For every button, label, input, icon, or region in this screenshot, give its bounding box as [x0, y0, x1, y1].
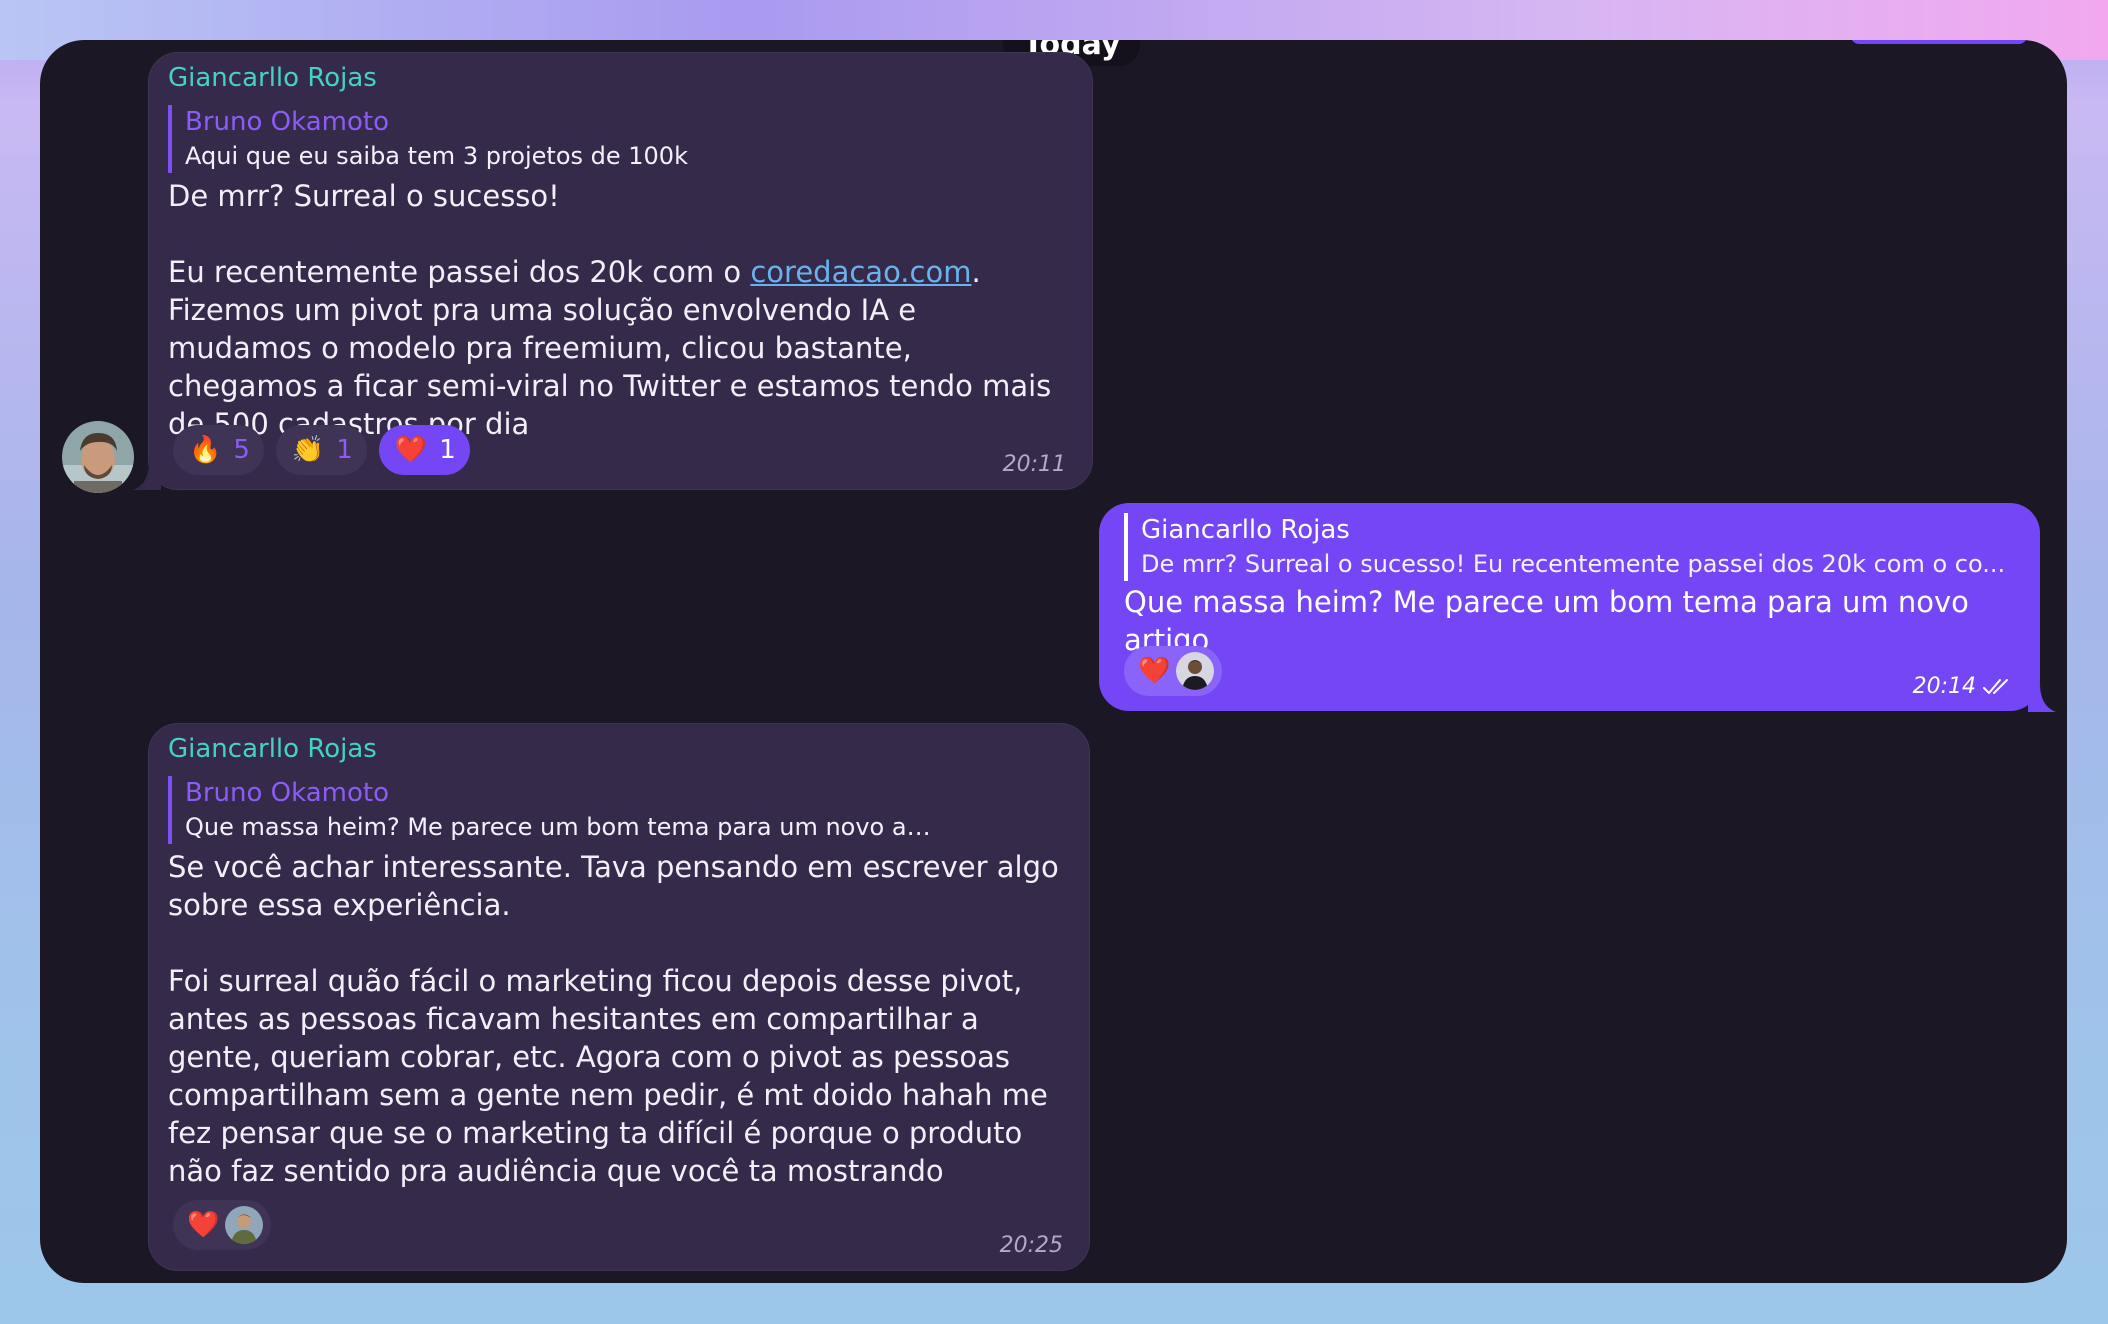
message-time-text: 20:14	[1912, 674, 1976, 699]
reply-text: Que massa heim? Me parece um bom tema pa…	[185, 813, 938, 841]
message-bubble-incoming[interactable]: Giancarllo Rojas Bruno Okamoto Que massa…	[148, 723, 1090, 1271]
chat-window: Today Giancarllo Rojas Bruno Okamoto Aqu…	[40, 40, 2067, 1283]
reactor-avatar	[1176, 652, 1215, 690]
reply-quote[interactable]: Bruno Okamoto Que massa heim? Me parece …	[168, 776, 938, 844]
message-text-segment: Eu recentemente passei dos 20k com o	[168, 255, 751, 289]
reply-sender-name: Bruno Okamoto	[185, 778, 389, 808]
reactor-avatar	[225, 1206, 264, 1244]
reply-text: De mrr? Surreal o sucesso! Eu recentemen…	[1141, 550, 2006, 578]
reaction-clap[interactable]: 👏 1	[275, 425, 367, 475]
message-time: 20:11	[1002, 452, 1066, 477]
double-check-icon	[1983, 678, 2008, 694]
clapping-hands-icon: 👏	[291, 435, 325, 465]
message-text: Que massa heim? Me parece um bom tema pa…	[1124, 585, 1969, 657]
reaction-heart[interactable]: ❤️ 1	[378, 425, 470, 475]
heart-icon: ❤️	[187, 1210, 220, 1240]
reaction-heart[interactable]: ❤️	[173, 1200, 272, 1250]
avatar-photo-icon	[62, 421, 134, 493]
message-bubble-outgoing[interactable]: Giancarllo Rojas De mrr? Surreal o suces…	[1099, 503, 2056, 712]
sender-avatar[interactable]	[62, 421, 134, 493]
bubble-tail	[133, 462, 161, 490]
reactions-bar: ❤️	[173, 1200, 272, 1250]
message-paragraph: De mrr? Surreal o sucesso!	[168, 179, 560, 213]
reply-text: Aqui que eu saiba tem 3 projetos de 100k	[185, 142, 688, 170]
reaction-count: 5	[233, 435, 250, 465]
reply-sender-name: Bruno Okamoto	[185, 107, 389, 137]
heart-icon: ❤️	[394, 435, 428, 465]
reaction-fire[interactable]: 🔥 5	[173, 425, 264, 475]
reply-sender-name: Giancarllo Rojas	[1141, 515, 1350, 545]
reply-quote[interactable]: Giancarllo Rojas De mrr? Surreal o suces…	[1124, 513, 2014, 581]
message-time: 20:14	[1913, 674, 2012, 699]
message-paragraph: Eu recentemente passei dos 20k com o cor…	[168, 253, 1068, 443]
reactions-bar: ❤️	[1124, 646, 1223, 696]
reaction-count: 1	[439, 435, 456, 465]
message-time: 20:25	[999, 1233, 1063, 1258]
message-text: Se você achar interessante. Tava pensand…	[168, 848, 1068, 1190]
bubble-tail	[2028, 684, 2056, 712]
heart-icon: ❤️	[1138, 656, 1171, 686]
reply-quote[interactable]: Bruno Okamoto Aqui que eu saiba tem 3 pr…	[168, 105, 698, 173]
sender-name[interactable]: Giancarllo Rojas	[168, 61, 1068, 95]
sender-name[interactable]: Giancarllo Rojas	[168, 732, 1068, 766]
message-link[interactable]: coredacao.com	[750, 255, 971, 289]
message-bubble-incoming[interactable]: Giancarllo Rojas Bruno Okamoto Aqui que …	[133, 52, 1093, 490]
fire-icon: 🔥	[189, 435, 222, 465]
message-text: De mrr? Surreal o sucesso! Eu recentemen…	[168, 177, 1068, 443]
reaction-count: 1	[336, 435, 353, 465]
reactions-bar: 🔥 5 👏 1 ❤️ 1	[173, 425, 470, 475]
message-paragraph: Foi surreal quão fácil o marketing ficou…	[168, 964, 1048, 1188]
avatar-photo-icon	[225, 1206, 264, 1244]
reaction-heart[interactable]: ❤️	[1124, 646, 1223, 696]
avatar-photo-icon	[1176, 652, 1215, 690]
message-paragraph: Se você achar interessante. Tava pensand…	[168, 850, 1059, 922]
previous-message-bubble-edge	[1851, 40, 2027, 44]
